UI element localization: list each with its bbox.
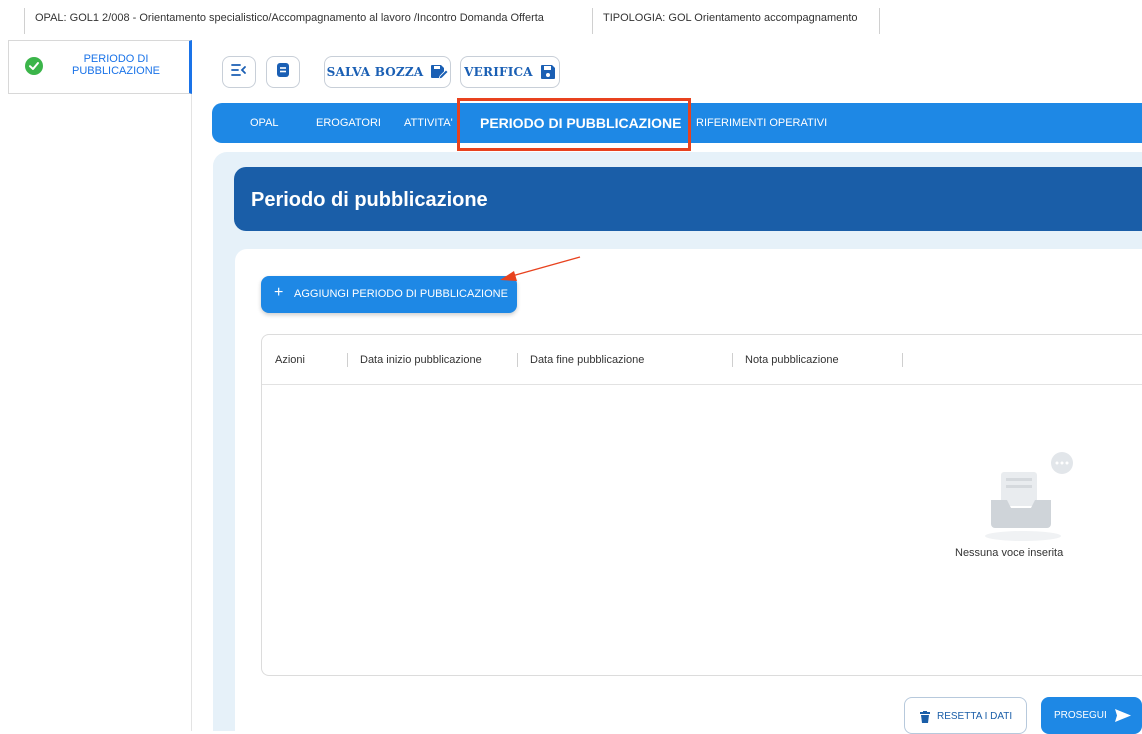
reset-button[interactable]: RESETTA I DATI [904, 697, 1027, 734]
verify-label: VERIFICA [464, 65, 533, 79]
tab-opal[interactable]: OPAL [250, 117, 279, 129]
column-header-azioni[interactable]: Azioni [275, 354, 305, 366]
active-tab-highlight [457, 98, 691, 151]
column-divider[interactable] [347, 353, 348, 367]
check-circle-icon [25, 57, 43, 75]
verify-button[interactable]: VERIFICA [460, 56, 560, 88]
breadcrumb: OPAL: GOL1 2/008 - Orientamento speciali… [0, 0, 1142, 40]
sidebar-item-periodo-pubblicazione[interactable]: PERIODO DI PUBBLICAZIONE [8, 40, 192, 94]
save-edit-icon [430, 64, 449, 80]
collapse-menu-icon [231, 63, 247, 82]
sidebar-item-label: PERIODO DI PUBBLICAZIONE [71, 53, 161, 77]
page-title: Periodo di pubblicazione [251, 189, 488, 211]
tab-attivita[interactable]: ATTIVITA' [404, 117, 453, 129]
sidebar: PERIODO DI PUBBLICAZIONE [0, 40, 192, 731]
collapse-menu-button[interactable] [222, 56, 256, 88]
section-header: Periodo di pubblicazione [234, 167, 1142, 231]
column-divider[interactable] [517, 353, 518, 367]
empty-inbox-icon [985, 452, 1081, 549]
breadcrumb-divider [879, 8, 880, 34]
column-header-nota[interactable]: Nota pubblicazione [745, 354, 839, 366]
save-draft-label: SALVA BOZZA [326, 65, 424, 79]
save-draft-button[interactable]: SALVA BOZZA [324, 56, 451, 88]
document-button[interactable] [266, 56, 300, 88]
empty-message: Nessuna voce inserita [955, 547, 1064, 559]
save-icon [540, 64, 556, 80]
next-button[interactable]: PROSEGUI [1041, 697, 1142, 734]
column-divider[interactable] [732, 353, 733, 367]
breadcrumb-divider [592, 8, 593, 34]
breadcrumb-tipologia: TIPOLOGIA: GOL Orientamento accompagname… [603, 12, 858, 24]
tab-erogatori[interactable]: EROGATORI [316, 117, 381, 129]
document-icon [276, 62, 290, 83]
column-header-data-inizio[interactable]: Data inizio pubblicazione [360, 354, 482, 366]
breadcrumb-divider [24, 8, 25, 34]
plus-icon: + [274, 284, 284, 301]
grid-header: Azioni Data inizio pubblicazione Data fi… [262, 335, 1142, 385]
send-icon [1115, 709, 1131, 727]
add-period-label: AGGIUNGI PERIODO DI PUBBLICAZIONE [294, 288, 508, 300]
trash-icon [920, 710, 930, 728]
breadcrumb-opal: OPAL: GOL1 2/008 - Orientamento speciali… [35, 12, 544, 24]
next-label: PROSEGUI [1054, 710, 1107, 721]
column-divider[interactable] [902, 353, 903, 367]
reset-label: RESETTA I DATI [937, 711, 1013, 722]
tab-riferimenti-operativi[interactable]: RIFERIMENTI OPERATIVI [696, 117, 827, 129]
column-header-data-fine[interactable]: Data fine pubblicazione [530, 354, 644, 366]
add-period-button[interactable]: + AGGIUNGI PERIODO DI PUBBLICAZIONE [261, 276, 517, 313]
